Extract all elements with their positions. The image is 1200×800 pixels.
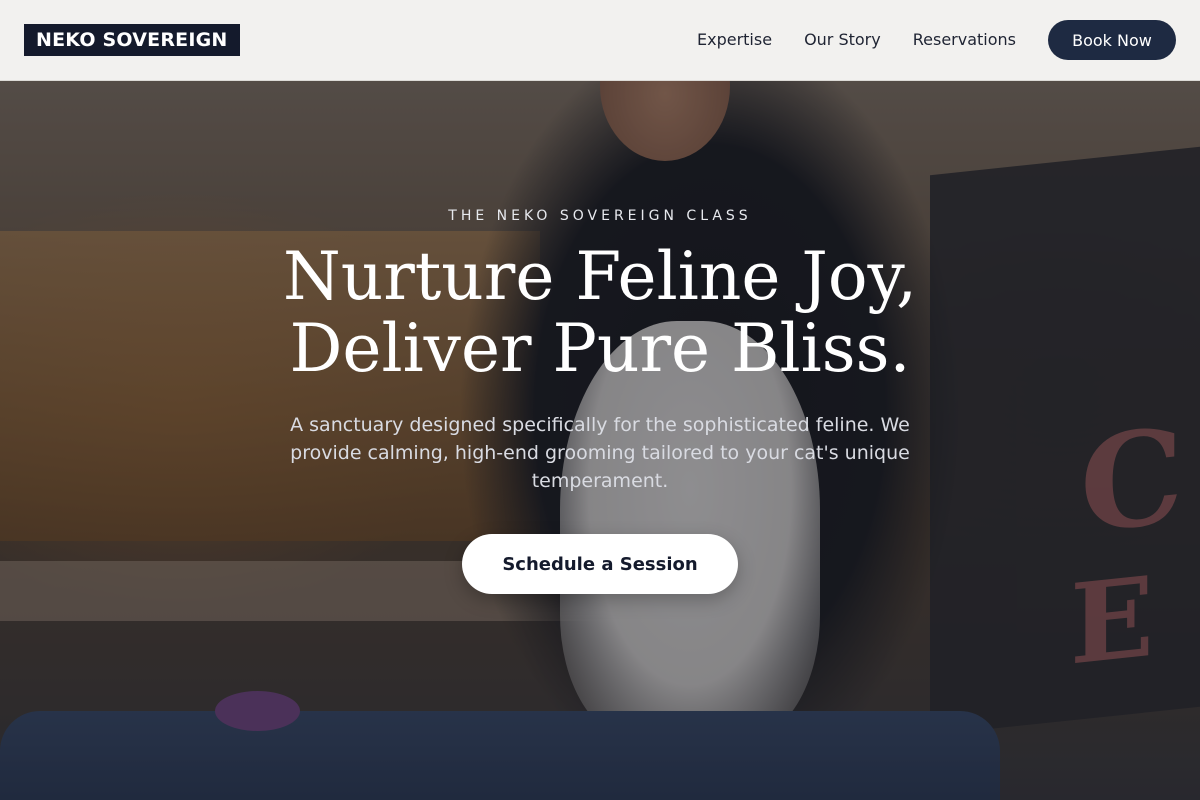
- hero-subtitle: A sanctuary designed specifically for th…: [290, 414, 910, 492]
- hero-headline-line-2: Deliver Pure Bliss.: [289, 310, 911, 387]
- hero-content: THE NEKO SOVEREIGN CLASS Nurture Feline …: [0, 81, 1200, 800]
- nav-link-reservations[interactable]: Reservations: [913, 30, 1016, 50]
- main-nav: Expertise Our Story Reservations Book No…: [697, 20, 1176, 60]
- hero-headline-line-1: Nurture Feline Joy,: [282, 238, 918, 315]
- schedule-session-button[interactable]: Schedule a Session: [462, 534, 738, 594]
- nav-link-our-story[interactable]: Our Story: [804, 30, 881, 50]
- book-now-button[interactable]: Book Now: [1048, 20, 1176, 60]
- nav-link-expertise[interactable]: Expertise: [697, 30, 772, 50]
- hero-eyebrow: THE NEKO SOVEREIGN CLASS: [448, 208, 752, 224]
- hero-headline: Nurture Feline Joy, Deliver Pure Bliss.: [200, 241, 1000, 385]
- brand-logo[interactable]: NEKO SOVEREIGN: [24, 24, 240, 56]
- site-header: NEKO SOVEREIGN Expertise Our Story Reser…: [0, 0, 1200, 81]
